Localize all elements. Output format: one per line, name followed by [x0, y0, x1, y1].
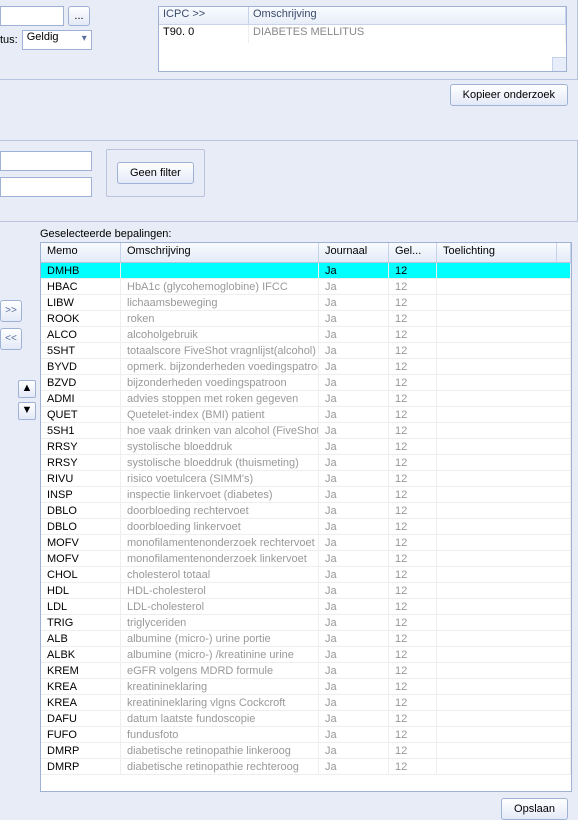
table-row[interactable]: BZVDbijzonderheden voedingspatroonJa12 [41, 375, 571, 391]
table-row[interactable]: ALCOalcoholgebruikJa12 [41, 327, 571, 343]
status-label: tus: [0, 34, 18, 46]
move-right-button[interactable]: >> [0, 300, 22, 322]
scroll-head [557, 243, 571, 262]
table-row[interactable]: MOFVmonofilamentenonderzoek linkervoetJa… [41, 551, 571, 567]
selected-label: Geselecteerde bepalingen: [40, 228, 578, 240]
table-row[interactable]: RIVUrisico voetulcera (SIMM's)Ja12 [41, 471, 571, 487]
filter-input-2[interactable] [0, 177, 92, 197]
top-panel: ... tus: Geldig ICPC >> Omschrijving T90… [0, 0, 578, 80]
icpc-col-desc[interactable]: Omschrijving [249, 7, 566, 24]
table-row[interactable]: TRIGtriglyceridenJa12 [41, 615, 571, 631]
table-row[interactable]: ROOKrokenJa12 [41, 311, 571, 327]
table-row[interactable]: HBACHbA1c (glycohemoglobine) IFCCJa12 [41, 279, 571, 295]
table-row[interactable]: KREAkreatinineklaringJa12 [41, 679, 571, 695]
table-row[interactable]: HDLHDL-cholesterolJa12 [41, 583, 571, 599]
filter-input-1[interactable] [0, 151, 92, 171]
col-omschrijving[interactable]: Omschrijving [121, 243, 319, 262]
icpc-row[interactable]: T90. 0 DIABETES MELLITUS [159, 25, 566, 43]
table-row[interactable]: ADMIadvies stoppen met roken gegevenJa12 [41, 391, 571, 407]
table-row[interactable]: CHOLcholesterol totaalJa12 [41, 567, 571, 583]
table-row[interactable]: DBLOdoorbloeding rechtervoetJa12 [41, 503, 571, 519]
move-left-button[interactable]: << [0, 328, 22, 350]
table-row[interactable]: KREAkreatinineklaring vlgns CockcroftJa1… [41, 695, 571, 711]
col-geldig[interactable]: Gel... [389, 243, 437, 262]
table-row[interactable]: KREMeGFR volgens MDRD formuleJa12 [41, 663, 571, 679]
icpc-code-cell: T90. 0 [159, 25, 249, 43]
table-row[interactable]: DMHBJa12 [41, 263, 571, 279]
filter-panel: Geen filter [0, 140, 578, 222]
selected-grid: Memo Omschrijving Journaal Gel... Toelic… [40, 242, 572, 792]
table-row[interactable]: FUFOfundusfotoJa12 [41, 727, 571, 743]
table-row[interactable]: ALBalbumine (micro-) urine portieJa12 [41, 631, 571, 647]
icpc-desc-cell: DIABETES MELLITUS [249, 25, 566, 43]
table-row[interactable]: DBLOdoorbloeding linkervoetJa12 [41, 519, 571, 535]
copy-research-button[interactable]: Kopieer onderzoek [450, 84, 568, 106]
table-row[interactable]: DAFUdatum laatste fundoscopieJa12 [41, 711, 571, 727]
table-row[interactable]: ALBKalbumine (micro-) /kreatinine urineJ… [41, 647, 571, 663]
no-filter-button[interactable]: Geen filter [117, 162, 194, 184]
col-journaal[interactable]: Journaal [319, 243, 389, 262]
col-toelichting[interactable]: Toelichting [437, 243, 557, 262]
move-up-button[interactable]: ▲ [18, 380, 36, 398]
table-row[interactable]: 5SHTtotaalscore FiveShot vragnlijst(alco… [41, 343, 571, 359]
table-row[interactable]: INSPinspectie linkervoet (diabetes)Ja12 [41, 487, 571, 503]
grid-body[interactable]: DMHBJa12HBACHbA1c (glycohemoglobine) IFC… [41, 263, 571, 791]
table-row[interactable]: QUETQuetelet-index (BMI) patientJa12 [41, 407, 571, 423]
icpc-col-code[interactable]: ICPC >> [159, 7, 249, 24]
col-memo[interactable]: Memo [41, 243, 121, 262]
table-row[interactable]: DMRPdiabetische retinopathie rechteroogJ… [41, 759, 571, 775]
icpc-table: ICPC >> Omschrijving T90. 0 DIABETES MEL… [158, 6, 567, 72]
table-row[interactable]: 5SH1hoe vaak drinken van alcohol (FiveSh… [41, 423, 571, 439]
table-row[interactable]: RRSYsystolische bloeddruk (thuismeting)J… [41, 455, 571, 471]
table-row[interactable]: BYVDopmerk. bijzonderheden voedingspatro… [41, 359, 571, 375]
table-row[interactable]: MOFVmonofilamentenonderzoek rechtervoetJ… [41, 535, 571, 551]
move-down-button[interactable]: ▼ [18, 402, 36, 420]
table-row[interactable]: DMRPdiabetische retinopathie linkeroogJa… [41, 743, 571, 759]
table-row[interactable]: LDLLDL-cholesterolJa12 [41, 599, 571, 615]
browse-button[interactable]: ... [68, 6, 90, 26]
status-select[interactable]: Geldig [22, 30, 92, 50]
table-row[interactable]: LIBWlichaamsbewegingJa12 [41, 295, 571, 311]
save-button[interactable]: Opslaan [501, 798, 568, 820]
code-input[interactable] [0, 6, 64, 26]
table-row[interactable]: RRSYsystolische bloeddrukJa12 [41, 439, 571, 455]
icpc-scroll-corner [552, 57, 566, 71]
